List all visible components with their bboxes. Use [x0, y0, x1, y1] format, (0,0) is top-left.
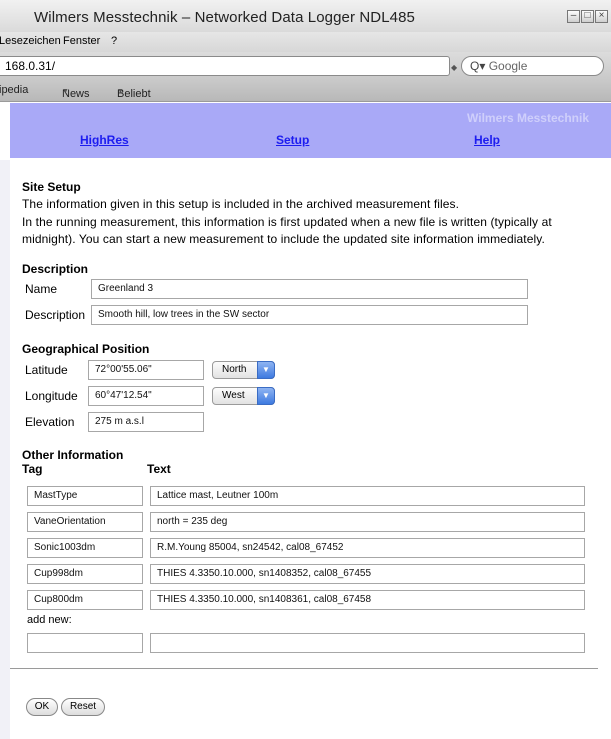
page-header: Wilmers Messtechnik HighRes Setup Help — [10, 103, 611, 158]
text-field[interactable]: north = 235 deg — [150, 512, 585, 532]
menu-lesezeichen[interactable]: Lesezeichen — [0, 35, 61, 47]
latitude-hemisphere-value: North — [222, 364, 247, 375]
other-info-heading: Other Information — [22, 448, 124, 462]
add-new-label: add new: — [27, 614, 72, 626]
search-placeholder: Google — [488, 59, 528, 73]
divider — [10, 668, 598, 669]
close-icon[interactable]: × — [595, 10, 608, 23]
tag-field[interactable]: Cup998dm — [27, 564, 143, 584]
text-field[interactable]: THIES 4.3350.10.000, sn1408361, cal08_67… — [150, 590, 585, 610]
tag-field[interactable]: Cup800dm — [27, 590, 143, 610]
url-field[interactable]: 168.0.31/ — [0, 56, 450, 76]
name-label: Name — [25, 282, 58, 296]
menu-fenster[interactable]: Fenster — [63, 35, 100, 47]
menu-bar: Lesezeichen Fenster ? — [0, 32, 611, 52]
description-label: Description — [25, 308, 86, 322]
tag-field[interactable]: MastType — [27, 486, 143, 506]
menu-help[interactable]: ? — [111, 35, 117, 47]
chevron-down-icon: ▼ — [117, 88, 124, 95]
address-bar: 168.0.31/ ◆ Q▾ Google — [0, 52, 611, 80]
text-field[interactable]: R.M.Young 85004, sn24542, cal08_67452 — [150, 538, 585, 558]
tag-field[interactable]: VaneOrientation — [27, 512, 143, 532]
nav-setup-link[interactable]: Setup — [276, 133, 309, 147]
elevation-field[interactable]: 275 m a.s.l — [88, 412, 204, 432]
bookmark-ipedia[interactable]: ipedia — [0, 84, 28, 96]
geo-heading: Geographical Position — [22, 342, 150, 356]
window-controls: ‒ □ × — [567, 10, 608, 23]
tag-field[interactable]: Sonic1003dm — [27, 538, 143, 558]
url-dropdown-icon[interactable]: ◆ — [451, 63, 457, 72]
bookmarks-bar: ipedia News ▼ Beliebt ▼ — [0, 80, 611, 102]
ok-button[interactable]: OK — [26, 698, 58, 716]
text-field[interactable]: THIES 4.3350.10.000, sn1408352, cal08_67… — [150, 564, 585, 584]
longitude-label: Longitude — [25, 389, 78, 403]
longitude-field[interactable]: 60°47'12.54" — [88, 386, 204, 406]
minimize-icon[interactable]: ‒ — [567, 10, 580, 23]
chevron-down-icon: ▼ — [257, 387, 275, 405]
site-setup-info-1: The information given in this setup is i… — [22, 197, 460, 211]
text-column-header: Text — [147, 462, 171, 476]
latitude-field[interactable]: 72°00'55.06" — [88, 360, 204, 380]
window-title: Wilmers Messtechnik – Networked Data Log… — [34, 9, 415, 26]
description-heading: Description — [22, 262, 89, 276]
new-text-field[interactable] — [150, 633, 585, 653]
text-field[interactable]: Lattice mast, Leutner 100m — [150, 486, 585, 506]
new-tag-field[interactable] — [27, 633, 143, 653]
site-setup-info-3: midnight). You can start a new measureme… — [22, 232, 545, 246]
description-field[interactable]: Smooth hill, low trees in the SW sector — [91, 305, 528, 325]
latitude-hemisphere-select[interactable]: North ▼ — [212, 361, 275, 379]
browser-window: Wilmers Messtechnik – Networked Data Log… — [0, 0, 611, 739]
nav-highres-link[interactable]: HighRes — [80, 133, 129, 147]
tag-column-header: Tag — [22, 462, 43, 476]
maximize-icon[interactable]: □ — [581, 10, 594, 23]
brand-name: Wilmers Messtechnik — [467, 111, 589, 125]
chevron-down-icon: ▼ — [257, 361, 275, 379]
reset-button[interactable]: Reset — [61, 698, 105, 716]
elevation-label: Elevation — [25, 415, 75, 429]
latitude-label: Latitude — [25, 363, 68, 377]
search-icon: Q▾ — [470, 59, 489, 73]
name-field[interactable]: Greenland 3 — [91, 279, 528, 299]
nav-help-link[interactable]: Help — [474, 133, 500, 147]
site-setup-heading: Site Setup — [22, 180, 81, 194]
chevron-down-icon: ▼ — [62, 88, 69, 95]
title-bar: Wilmers Messtechnik – Networked Data Log… — [0, 0, 611, 32]
search-input[interactable]: Q▾ Google — [461, 56, 604, 76]
longitude-hemisphere-value: West — [222, 390, 245, 401]
longitude-hemisphere-select[interactable]: West ▼ — [212, 387, 275, 405]
site-setup-info-2: In the running measurement, this informa… — [22, 215, 552, 229]
left-frame-edge — [0, 160, 10, 739]
